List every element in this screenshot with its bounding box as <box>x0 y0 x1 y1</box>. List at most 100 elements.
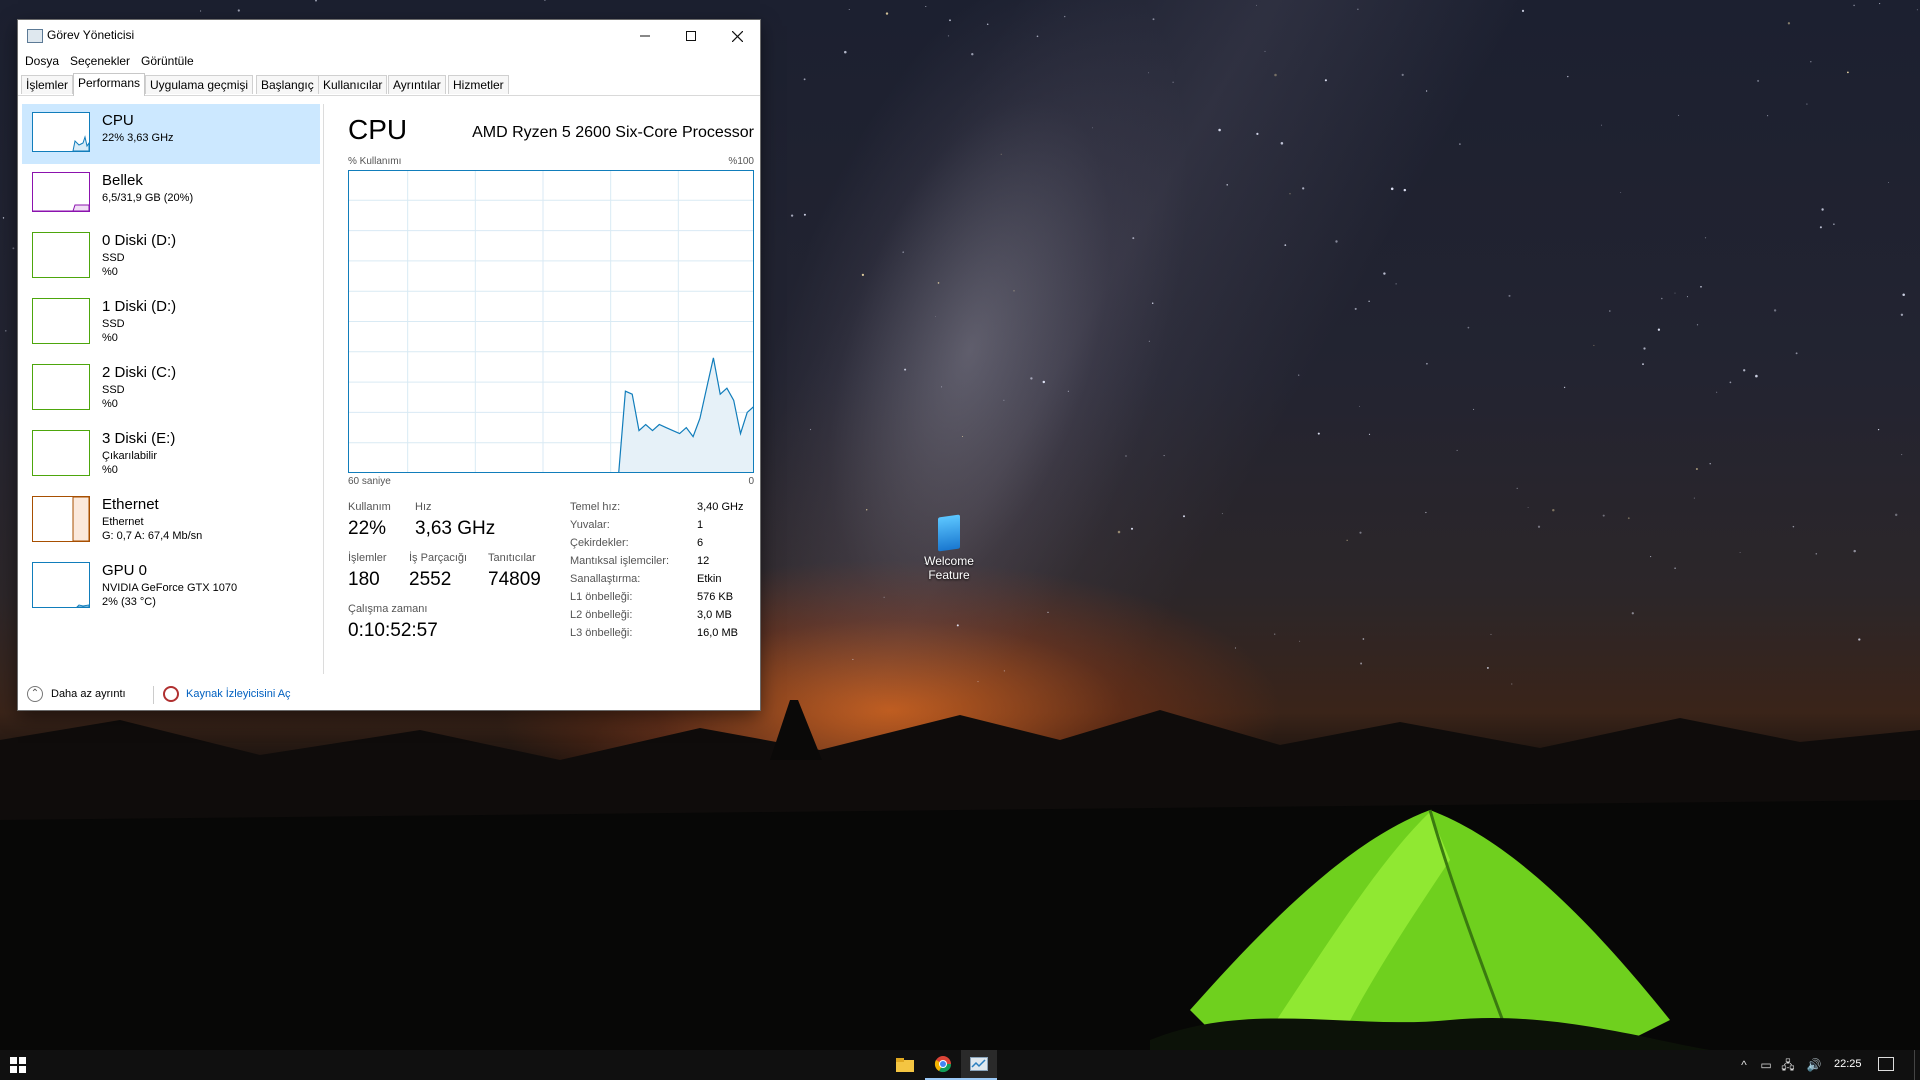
menu-options[interactable]: Seçenekler <box>70 54 130 68</box>
star <box>1354 307 1357 310</box>
star <box>1221 513 1223 515</box>
star <box>971 53 974 56</box>
taskbar-chrome[interactable] <box>925 1050 961 1080</box>
resource-cpu[interactable]: CPU 22% 3,63 GHz <box>22 104 320 164</box>
tablet-icon[interactable]: ▭ <box>1758 1058 1774 1072</box>
tab-startup[interactable]: Başlangıç <box>256 75 319 94</box>
star <box>1521 9 1525 12</box>
taskbar-file-explorer[interactable] <box>887 1050 923 1080</box>
cpu-detail-panel: CPU AMD Ryzen 5 2600 Six-Core Processor … <box>348 104 754 684</box>
taskbar-clock[interactable]: 22:25 <box>1834 1058 1862 1070</box>
speed-value: 3,63 GHz <box>415 518 496 539</box>
ethernet-thumbnail-graph <box>32 496 90 542</box>
star <box>1537 525 1541 528</box>
star <box>1383 272 1386 275</box>
star <box>1426 362 1428 365</box>
graph-grid <box>348 170 754 473</box>
desktop-icon-welcome-feature[interactable]: Welcome Feature <box>918 514 980 582</box>
panel-title: CPU <box>348 114 408 145</box>
spec-virtualization-value: Etkin <box>697 573 722 585</box>
resource-name: Ethernet <box>102 496 159 513</box>
show-desktop-button[interactable] <box>1914 1050 1920 1080</box>
resource-disk-3[interactable]: 3 Diski (E:) Çıkarılabilir %0 <box>22 422 320 488</box>
star <box>1795 352 1798 355</box>
star <box>1299 640 1301 642</box>
star <box>1148 72 1150 74</box>
tab-processes[interactable]: İşlemler <box>21 75 74 94</box>
close-button[interactable] <box>714 20 760 52</box>
star <box>1234 647 1236 649</box>
tab-details[interactable]: Ayrıntılar <box>388 75 446 94</box>
star <box>1064 15 1066 18</box>
green-tent <box>1150 809 1710 1060</box>
handles-label: Tanıtıcılar <box>488 552 536 564</box>
menu-file[interactable]: Dosya <box>25 54 59 68</box>
spec-logical-processors-value: 12 <box>697 555 710 567</box>
star <box>902 251 904 253</box>
network-icon[interactable]: 🖧 <box>1780 1058 1796 1072</box>
spec-virtualization-key: Sanallaştırma: <box>570 573 641 585</box>
resource-disk-1[interactable]: 1 Diski (D:) SSD %0 <box>22 290 320 356</box>
disk-2-thumbnail-graph <box>32 364 90 410</box>
open-resource-monitor-link[interactable]: Kaynak İzleyicisini Aç <box>186 688 291 700</box>
star <box>1686 296 1688 298</box>
star <box>1602 514 1605 517</box>
task-manager-window[interactable]: Görev Yöneticisi Dosya Seçenekler Görünt… <box>18 20 760 710</box>
title-bar[interactable]: Görev Yöneticisi <box>18 20 760 52</box>
star <box>1486 666 1489 669</box>
star <box>1716 391 1718 393</box>
disk-1-thumbnail-graph <box>32 298 90 344</box>
resource-detail: SSD <box>102 318 125 330</box>
usage-value: 22% <box>348 518 387 539</box>
tab-services[interactable]: Hizmetler <box>448 75 509 94</box>
spec-l3-cache-key: L3 önbelleği: <box>570 627 633 639</box>
star <box>1335 240 1338 243</box>
star <box>1810 60 1812 63</box>
star <box>1183 515 1185 518</box>
star <box>1036 35 1039 38</box>
spec-l2-cache-value: 3,0 MB <box>697 609 732 621</box>
volume-icon[interactable]: 🔊 <box>1806 1058 1822 1072</box>
tab-users[interactable]: Kullanıcılar <box>318 75 388 94</box>
resource-gpu-0[interactable]: GPU 0 NVIDIA GeForce GTX 1070 2% (33 °C) <box>22 554 320 620</box>
star <box>883 596 885 598</box>
star <box>1902 293 1905 296</box>
star <box>1657 328 1661 331</box>
star <box>947 35 950 37</box>
resource-detail: Çıkarılabilir <box>102 450 158 462</box>
star <box>937 282 940 284</box>
star <box>1593 344 1595 346</box>
minimize-button[interactable] <box>622 20 668 52</box>
star <box>1806 103 1808 105</box>
star <box>852 658 854 660</box>
resource-name: Bellek <box>102 172 143 189</box>
star <box>1390 187 1394 191</box>
star <box>1661 297 1663 300</box>
star <box>803 78 806 81</box>
maximize-button[interactable] <box>668 20 714 52</box>
resource-disk-2[interactable]: 2 Diski (C:) SSD %0 <box>22 356 320 422</box>
resource-disk-0[interactable]: 0 Diski (D:) SSD %0 <box>22 224 320 290</box>
star <box>1609 310 1611 312</box>
action-center-icon[interactable] <box>1878 1057 1894 1071</box>
speed-label: Hız <box>415 501 432 513</box>
resource-detail-2: %0 <box>102 266 118 278</box>
star <box>1003 399 1005 401</box>
menu-view[interactable]: Görüntüle <box>141 54 194 68</box>
windows-logo-icon <box>10 1057 26 1073</box>
chevron-up-icon[interactable]: ⌃ <box>27 686 43 702</box>
tab-app-history[interactable]: Uygulama geçmişi <box>145 75 254 94</box>
star <box>1226 184 1228 186</box>
fewer-details-button[interactable]: Daha az ayrıntı <box>51 688 126 700</box>
show-hidden-icons-chevron-icon[interactable]: ^ <box>1736 1058 1752 1072</box>
resource-ethernet[interactable]: Ethernet Ethernet G: 0,7 A: 67,4 Mb/sn <box>22 488 320 554</box>
star <box>1563 386 1566 389</box>
start-button[interactable] <box>0 1050 36 1080</box>
pane-divider[interactable] <box>323 104 324 674</box>
resource-monitor-icon <box>163 686 179 702</box>
uptime-value: 0:10:52:57 <box>348 620 438 641</box>
tab-performance[interactable]: Performans <box>73 73 146 96</box>
star <box>1264 50 1266 52</box>
resource-memory[interactable]: Bellek 6,5/31,9 GB (20%) <box>22 164 320 224</box>
taskbar-task-manager[interactable] <box>961 1050 997 1080</box>
